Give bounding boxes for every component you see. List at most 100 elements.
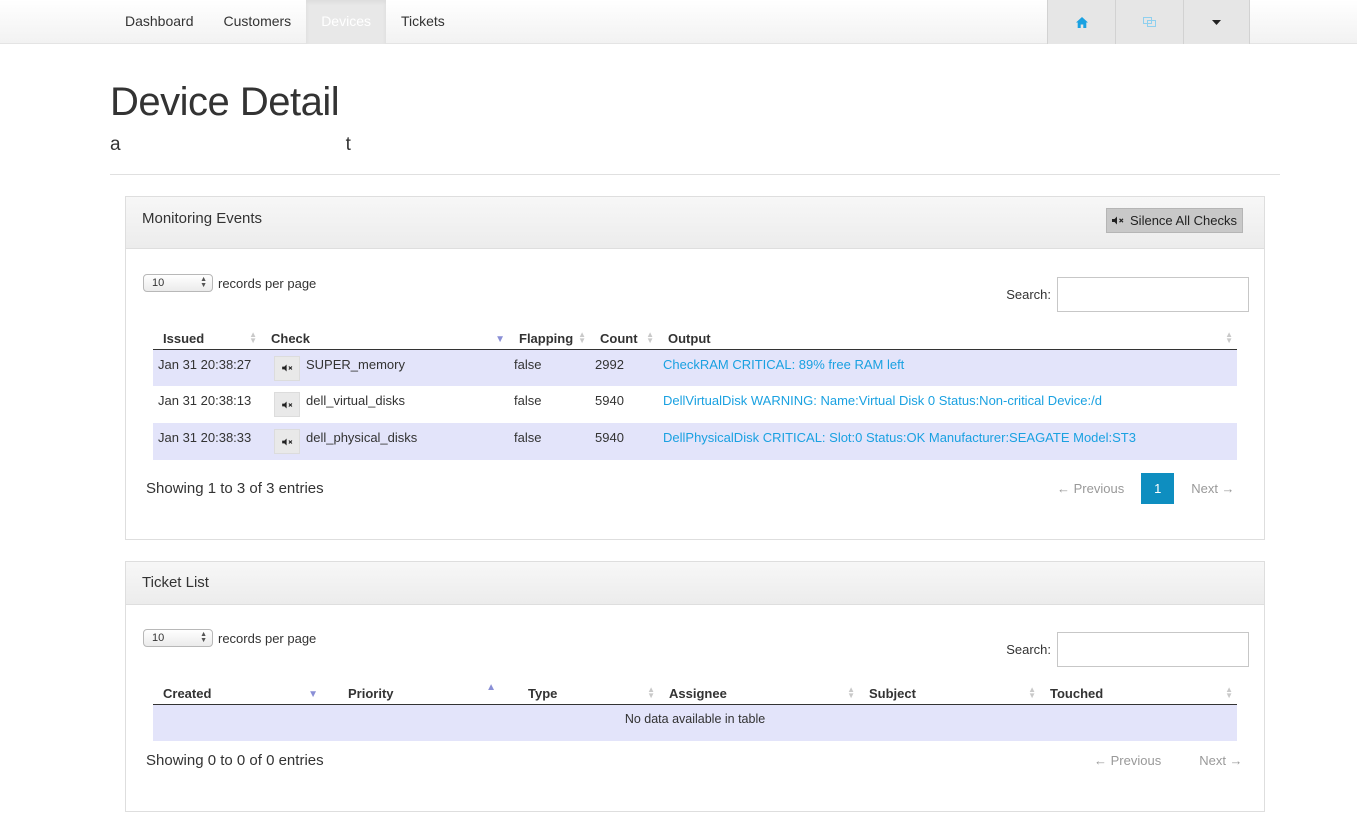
table-info: Showing 0 to 0 of 0 entries (146, 752, 324, 769)
column-header-touched[interactable]: Touched ▲ ▼ (1040, 682, 1237, 705)
check-name: dell_physical_disks (306, 430, 418, 445)
mute-icon (281, 437, 292, 446)
column-header-created[interactable]: Created ▼ (153, 682, 338, 705)
records-per-page-select[interactable]: 10 ▲ ▼ (143, 274, 213, 292)
sort-icon: ▲ ▼ (847, 685, 855, 700)
monitoring-events-panel: Monitoring Events Silence All Checks 10 … (125, 196, 1265, 540)
mute-icon (1112, 216, 1124, 225)
nav-actions (1047, 0, 1250, 44)
output-link[interactable]: CheckRAM CRITICAL: 89% free RAM left (663, 357, 904, 372)
column-header-flapping[interactable]: Flapping ▲ ▼ (509, 327, 590, 350)
sort-icon: ▲ ▼ (249, 330, 257, 345)
output-link[interactable]: DellVirtualDisk WARNING: Name:Virtual Di… (663, 393, 1102, 408)
cell-count: 5940 (590, 423, 658, 460)
output-link[interactable]: DellPhysicalDisk CRITICAL: Slot:0 Status… (663, 430, 1136, 445)
sort-icon: ▲ ▼ (1028, 685, 1036, 700)
panel-title: Monitoring Events (142, 210, 263, 227)
cell-count: 5940 (595, 393, 624, 408)
cell-count: 2992 (590, 349, 658, 386)
cell-flapping: false (514, 393, 542, 408)
records-per-page: 10 ▲ ▼ records per page (143, 629, 316, 647)
table-info: Showing 1 to 3 of 3 entries (146, 480, 324, 497)
search-input[interactable] (1057, 277, 1249, 312)
home-button[interactable] (1047, 0, 1115, 44)
redacted-region (121, 134, 346, 156)
menu-dropdown-button[interactable] (1183, 0, 1250, 44)
sort-asc-icon: ▲ (486, 682, 496, 693)
sort-desc-icon: ▼ (308, 689, 318, 700)
page-1-button[interactable]: 1 (1141, 473, 1175, 504)
caret-down-icon (1212, 19, 1221, 25)
check-name: SUPER_memory (306, 356, 405, 372)
search-label: Search: (1006, 287, 1051, 302)
cell-issued: Jan 31 20:38:27 (153, 349, 261, 386)
empty-row: No data available in table (153, 704, 1237, 741)
cell-check: dell_physical_disks (261, 423, 509, 460)
sort-icon: ▲ ▼ (1225, 330, 1233, 345)
records-per-page-label: records per page (218, 275, 317, 291)
nav-devices[interactable]: Devices (306, 0, 386, 44)
cell-check: dell_virtual_disks (261, 386, 509, 423)
column-header-priority[interactable]: Priority ▲ (338, 682, 518, 705)
column-header-check[interactable]: Check ▼ (261, 327, 509, 350)
previous-page-button[interactable]: ← Previous (1094, 753, 1161, 768)
header-divider (110, 174, 1280, 175)
column-header-assignee[interactable]: Assignee ▲ ▼ (659, 682, 859, 705)
mute-icon (281, 364, 292, 372)
ticket-table: Created ▼ Priority ▲ Type ▲ ▼ Assignee ▲ ▼ Sub… (153, 682, 1237, 741)
cell-output: CheckRAM CRITICAL: 89% free RAM left (658, 349, 1237, 386)
cell-flapping: false (509, 349, 590, 386)
column-header-type[interactable]: Type ▲ ▼ (518, 682, 659, 705)
select-arrows-icon: ▲ ▼ (200, 631, 207, 644)
search-input[interactable] (1057, 632, 1249, 667)
silence-check-button[interactable] (274, 429, 300, 454)
search-box: Search: (1006, 632, 1249, 667)
nav-customers[interactable]: Customers (209, 0, 307, 44)
mute-icon (281, 400, 292, 409)
top-navbar: Dashboard Customers Devices Tickets (0, 0, 1357, 44)
device-subtitle: a t (110, 134, 351, 156)
table-row: Jan 31 20:38:13 dell_virtual_disks false… (153, 386, 1237, 423)
select-value: 10 (152, 632, 165, 644)
cell-output: DellVirtualDisk WARNING: Name:Virtual Di… (658, 386, 1237, 423)
sort-icon: ▲ ▼ (578, 330, 586, 345)
column-header-output[interactable]: Output ▲ ▼ (658, 327, 1237, 350)
select-arrows-icon: ▲ ▼ (200, 276, 207, 289)
nav-dashboard[interactable]: Dashboard (110, 0, 209, 44)
cell-issued: Jan 31 20:38:13 (158, 393, 252, 408)
select-value: 10 (152, 277, 165, 289)
table-row: Jan 31 20:38:33 dell_physical_disks fals… (153, 423, 1237, 460)
sort-icon: ▲ ▼ (647, 685, 655, 700)
records-per-page-label: records per page (218, 630, 317, 646)
table-header-row: Created ▼ Priority ▲ Type ▲ ▼ Assignee ▲ ▼ Sub… (153, 682, 1237, 705)
column-header-issued[interactable]: Issued ▲ ▼ (153, 327, 261, 350)
windows-button[interactable] (1115, 0, 1183, 44)
silence-all-checks-button[interactable]: Silence All Checks (1106, 208, 1243, 233)
silence-check-button[interactable] (274, 355, 300, 381)
cell-output: DellPhysicalDisk CRITICAL: Slot:0 Status… (658, 423, 1237, 460)
monitoring-events-table: Issued ▲ ▼ Check ▼ Flapping ▲ ▼ Count ▲ ▼ Outpu… (153, 327, 1237, 460)
silence-label: Silence All Checks (1130, 213, 1237, 228)
ticket-list-panel: Ticket List 10 ▲ ▼ records per page Searc… (125, 561, 1265, 812)
search-label: Search: (1006, 642, 1051, 657)
column-header-subject[interactable]: Subject ▲ ▼ (859, 682, 1040, 705)
next-page-button[interactable]: Next → (1191, 481, 1234, 496)
records-per-page: 10 ▲ ▼ records per page (143, 274, 316, 292)
table-header-row: Issued ▲ ▼ Check ▼ Flapping ▲ ▼ Count ▲ ▼ Outpu… (153, 327, 1237, 350)
pagination: ← Previous 1 Next → (1057, 473, 1235, 504)
column-header-count[interactable]: Count ▲ ▼ (590, 327, 658, 350)
subtitle-end: t (345, 134, 351, 155)
next-page-button[interactable]: Next → (1199, 753, 1242, 768)
silence-check-button[interactable] (274, 392, 300, 417)
page-title: Device Detail (110, 80, 340, 124)
nav-tickets[interactable]: Tickets (386, 0, 460, 44)
windows-icon (1142, 16, 1156, 27)
subtitle-start: a (110, 134, 121, 155)
table-row: Jan 31 20:38:27 SUPER_memory false 2992 … (153, 349, 1237, 386)
empty-message: No data available in table (153, 704, 1237, 741)
check-name: dell_virtual_disks (306, 393, 405, 408)
previous-page-button[interactable]: ← Previous (1057, 481, 1124, 496)
sort-desc-icon: ▼ (495, 334, 505, 345)
records-per-page-select[interactable]: 10 ▲ ▼ (143, 629, 213, 647)
cell-issued: Jan 31 20:38:33 (153, 423, 261, 460)
